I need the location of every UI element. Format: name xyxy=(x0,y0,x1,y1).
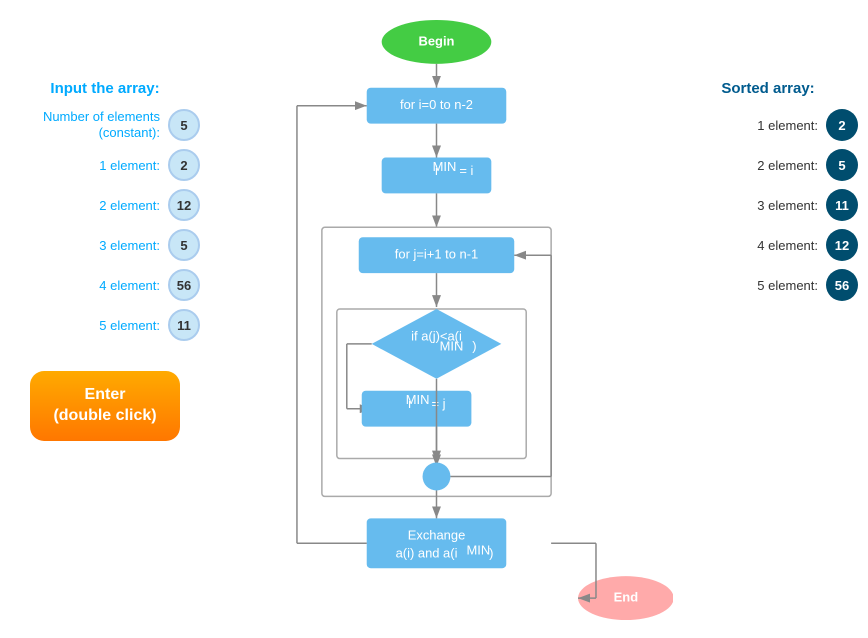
left-panel: Input the array: Number of elements(cons… xyxy=(10,80,200,441)
output-label-4: 4 element: xyxy=(757,238,818,253)
output-label-5: 5 element: xyxy=(757,278,818,293)
input-value-2[interactable]: 12 xyxy=(168,189,200,221)
cond-shape xyxy=(372,309,502,379)
right-panel: Sorted array: 1 element: 2 2 element: 5 … xyxy=(678,80,858,309)
input-label-1: 1 element: xyxy=(99,158,160,173)
output-label-2: 2 element: xyxy=(757,158,818,173)
input-label-2: 2 element: xyxy=(99,198,160,213)
exchange-label-3: ) xyxy=(489,546,493,561)
cond-label-2: ) xyxy=(472,338,476,353)
input-row-4: 4 element: 56 xyxy=(10,269,200,301)
exchange-label-1: Exchange xyxy=(408,528,466,543)
left-panel-title: Input the array: xyxy=(10,80,200,97)
connector-circle xyxy=(423,463,451,491)
loop2-label: for j=i+1 to n-1 xyxy=(395,247,478,262)
loop1-label: for i=0 to n-2 xyxy=(400,97,473,112)
exchange-sub: MIN xyxy=(467,543,491,558)
input-row-2: 2 element: 12 xyxy=(10,189,200,221)
output-row-5: 5 element: 56 xyxy=(678,269,858,301)
enter-button[interactable]: Enter(double click) xyxy=(30,371,180,441)
output-row-2: 2 element: 5 xyxy=(678,149,858,181)
input-row-3: 3 element: 5 xyxy=(10,229,200,261)
assign1-sub: MIN xyxy=(433,159,457,174)
flowchart: Begin for i=0 to n-2 i MIN = i for j=i+1… xyxy=(200,10,673,628)
assign1-eq: = i xyxy=(459,163,473,178)
num-elements-label: Number of elements(constant): xyxy=(43,109,160,140)
input-value-4[interactable]: 56 xyxy=(168,269,200,301)
output-row-1: 1 element: 2 xyxy=(678,109,858,141)
cond-label-sub: MIN xyxy=(440,338,464,353)
num-elements-value[interactable]: 5 xyxy=(168,109,200,141)
input-label-4: 4 element: xyxy=(99,278,160,293)
output-label-3: 3 element: xyxy=(757,198,818,213)
end-label: End xyxy=(614,590,639,605)
output-row-4: 4 element: 12 xyxy=(678,229,858,261)
output-label-1: 1 element: xyxy=(757,118,818,133)
input-value-1[interactable]: 2 xyxy=(168,149,200,181)
begin-label: Begin xyxy=(419,33,455,48)
right-panel-title: Sorted array: xyxy=(678,80,858,97)
input-label-3: 3 element: xyxy=(99,238,160,253)
assign2-label-sub: MIN xyxy=(406,392,430,407)
assign2-label-eq: = j xyxy=(431,396,445,411)
input-row-1: 1 element: 2 xyxy=(10,149,200,181)
input-label-5: 5 element: xyxy=(99,318,160,333)
input-row-5: 5 element: 11 xyxy=(10,309,200,341)
output-row-3: 3 element: 11 xyxy=(678,189,858,221)
input-value-3[interactable]: 5 xyxy=(168,229,200,261)
num-elements-row: Number of elements(constant): 5 xyxy=(10,109,200,141)
output-value-4: 12 xyxy=(826,229,858,261)
output-value-5: 56 xyxy=(826,269,858,301)
output-value-3: 11 xyxy=(826,189,858,221)
exchange-label-2: a(i) and a(i xyxy=(396,546,458,561)
output-value-2: 5 xyxy=(826,149,858,181)
output-value-1: 2 xyxy=(826,109,858,141)
input-value-5[interactable]: 11 xyxy=(168,309,200,341)
